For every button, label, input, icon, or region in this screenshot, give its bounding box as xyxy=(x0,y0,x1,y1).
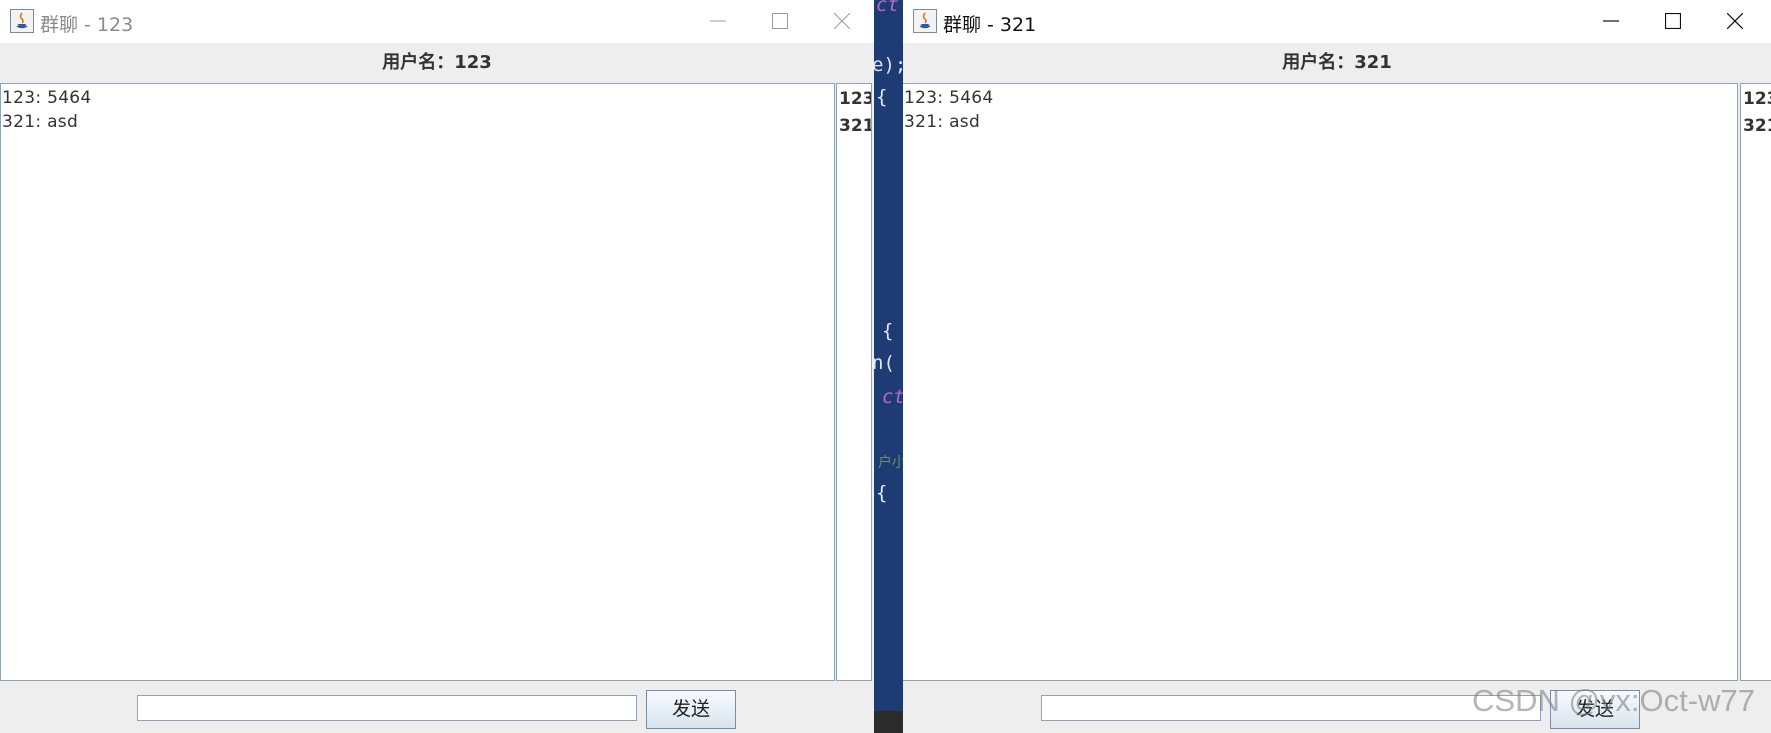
chat-message: 321: asd xyxy=(2,112,79,132)
online-user-list[interactable]: 123 321 xyxy=(1740,83,1771,681)
chat-message: 123: 5464 xyxy=(2,88,92,108)
background-code-editor: ct e); { { n( ct 户小 { xyxy=(874,0,903,733)
user-list-item[interactable]: 321 xyxy=(1741,113,1771,140)
minimize-icon xyxy=(1603,20,1619,22)
message-list: 123: 5464 321: asd xyxy=(1,84,834,134)
close-icon xyxy=(1727,13,1743,29)
code-fragment: n( xyxy=(874,352,895,374)
send-button[interactable]: 发送 xyxy=(1550,690,1640,729)
message-list: 123: 5464 321: asd xyxy=(903,84,1737,134)
window-title: 群聊 - 123 xyxy=(40,14,134,36)
java-app-icon xyxy=(913,9,937,33)
username-label: 用户名：123 xyxy=(0,43,874,83)
code-fragment: ct xyxy=(876,0,899,16)
window-title: 群聊 - 321 xyxy=(943,14,1037,36)
code-fragment: { xyxy=(882,320,894,342)
code-fragment: { xyxy=(876,482,888,504)
online-user-list[interactable]: 123 321 xyxy=(836,83,872,681)
message-input[interactable] xyxy=(137,695,637,721)
title-bar[interactable]: 群聊 - 321 xyxy=(903,0,1771,43)
user-list-item[interactable]: 123 xyxy=(1741,86,1771,113)
maximize-icon xyxy=(1665,13,1681,29)
chat-message: 321: asd xyxy=(904,112,981,132)
maximize-icon xyxy=(772,13,788,29)
code-fragment: e); xyxy=(874,54,903,76)
close-button[interactable] xyxy=(814,0,870,43)
maximize-button[interactable] xyxy=(752,0,808,43)
minimize-button[interactable] xyxy=(690,0,746,43)
chat-message-area[interactable]: 123: 5464 321: asd xyxy=(903,83,1738,681)
code-fragment: { xyxy=(876,86,888,108)
chat-message: 123: 5464 xyxy=(904,88,994,108)
close-icon xyxy=(834,13,850,29)
minimize-button[interactable] xyxy=(1583,0,1639,43)
user-list-item[interactable]: 321 xyxy=(837,113,871,140)
minimize-icon xyxy=(710,20,726,22)
editor-status-strip xyxy=(874,711,903,733)
code-fragment: ct xyxy=(882,386,903,408)
java-app-icon xyxy=(10,9,34,33)
send-button[interactable]: 发送 xyxy=(646,690,736,729)
title-bar[interactable]: 群聊 - 123 xyxy=(0,0,874,43)
message-input[interactable] xyxy=(1041,695,1541,721)
chat-window-321: 群聊 - 321 用户名：321 123: 5464 321: asd 12 3 … xyxy=(903,0,1771,733)
close-button[interactable] xyxy=(1707,0,1763,43)
chat-message-area[interactable]: 123: 5464 321: asd xyxy=(0,83,835,681)
user-list-item[interactable]: 123 xyxy=(837,86,871,113)
desktop: 群聊 - 123 用户名：123 123: 5464 321: asd 123 … xyxy=(0,0,1771,733)
chat-window-123: 群聊 - 123 用户名：123 123: 5464 321: asd 123 … xyxy=(0,0,874,733)
username-label: 用户名：321 xyxy=(903,43,1771,83)
maximize-button[interactable] xyxy=(1645,0,1701,43)
code-fragment: 户小 xyxy=(878,455,903,471)
